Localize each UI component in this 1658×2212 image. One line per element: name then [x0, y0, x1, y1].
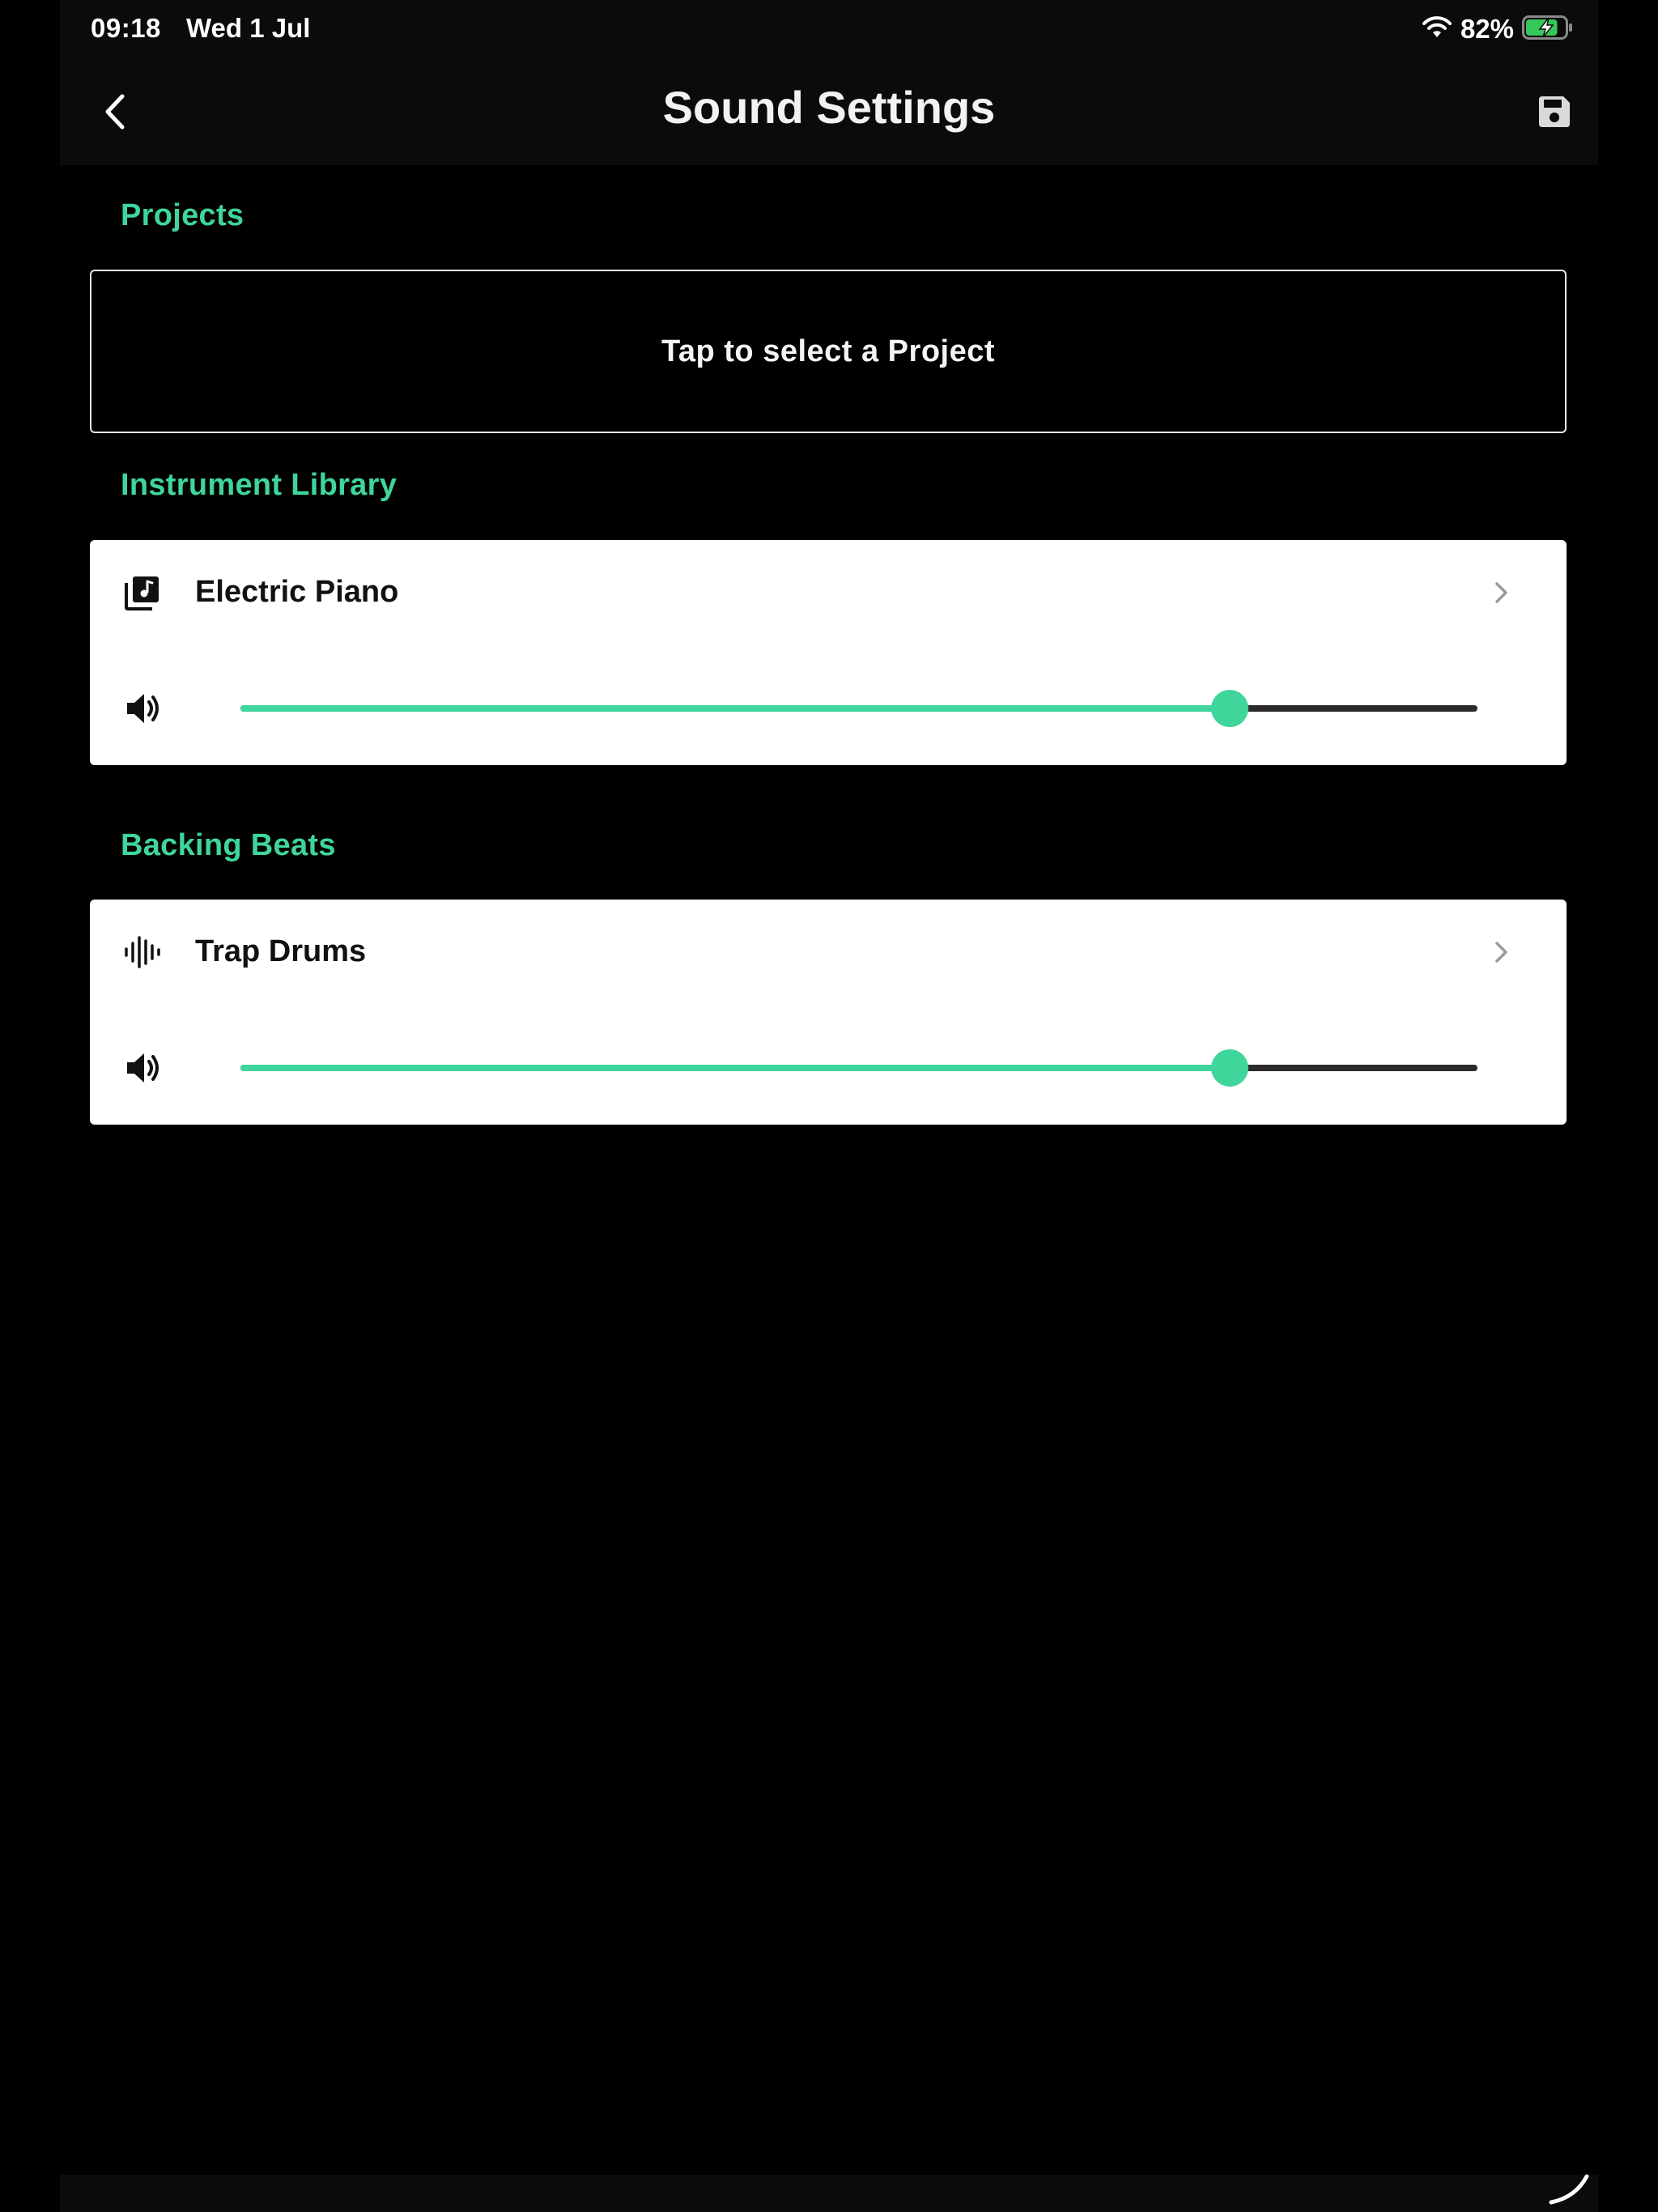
instrument-selector-row[interactable]: Electric Piano [90, 540, 1567, 645]
floppy-disk-icon [1539, 96, 1570, 127]
backing-beat-name: Trap Drums [195, 934, 367, 968]
app-frame: 09:18 Wed 1 Jul 82% Sound Settings Proje… [60, 0, 1598, 2212]
chevron-right-icon [1495, 942, 1507, 963]
battery-percent: 82% [1460, 14, 1514, 44]
section-heading-instrument-library: Instrument Library [121, 468, 397, 502]
instrument-card: Electric Piano [90, 540, 1567, 765]
backing-beat-card: Trap Drums [90, 900, 1567, 1125]
select-project-button[interactable]: Tap to select a Project [90, 270, 1567, 433]
backing-beat-selector-row[interactable]: Trap Drums [90, 900, 1567, 1005]
wifi-icon [1422, 15, 1452, 44]
instrument-volume-slider[interactable] [240, 690, 1477, 727]
section-heading-projects: Projects [121, 198, 244, 232]
slider-fill [240, 705, 1231, 712]
section-heading-backing-beats: Backing Beats [121, 828, 336, 862]
music-library-icon [122, 572, 163, 613]
save-button[interactable] [1533, 91, 1575, 133]
resize-handle-icon[interactable] [1546, 2160, 1592, 2206]
instrument-name: Electric Piano [195, 575, 399, 609]
battery-charging-icon [1522, 15, 1574, 45]
page-title: Sound Settings [662, 82, 996, 133]
waveform-icon [122, 932, 163, 972]
status-time: 09:18 [91, 13, 161, 43]
navigation-bar: Sound Settings [60, 58, 1598, 165]
slider-fill [240, 1065, 1231, 1071]
status-bar: 09:18 Wed 1 Jul 82% [60, 0, 1598, 58]
status-indicators: 82% [1422, 11, 1574, 47]
slider-thumb[interactable] [1211, 1049, 1249, 1087]
status-date: Wed 1 Jul [186, 13, 311, 43]
speaker-volume-icon [122, 1048, 163, 1088]
speaker-volume-icon [122, 688, 163, 729]
select-project-label: Tap to select a Project [661, 334, 996, 368]
slider-thumb[interactable] [1211, 690, 1249, 727]
backing-beat-volume-slider[interactable] [240, 1049, 1477, 1087]
chevron-right-icon [1495, 582, 1507, 603]
bottom-bar [60, 2175, 1598, 2212]
